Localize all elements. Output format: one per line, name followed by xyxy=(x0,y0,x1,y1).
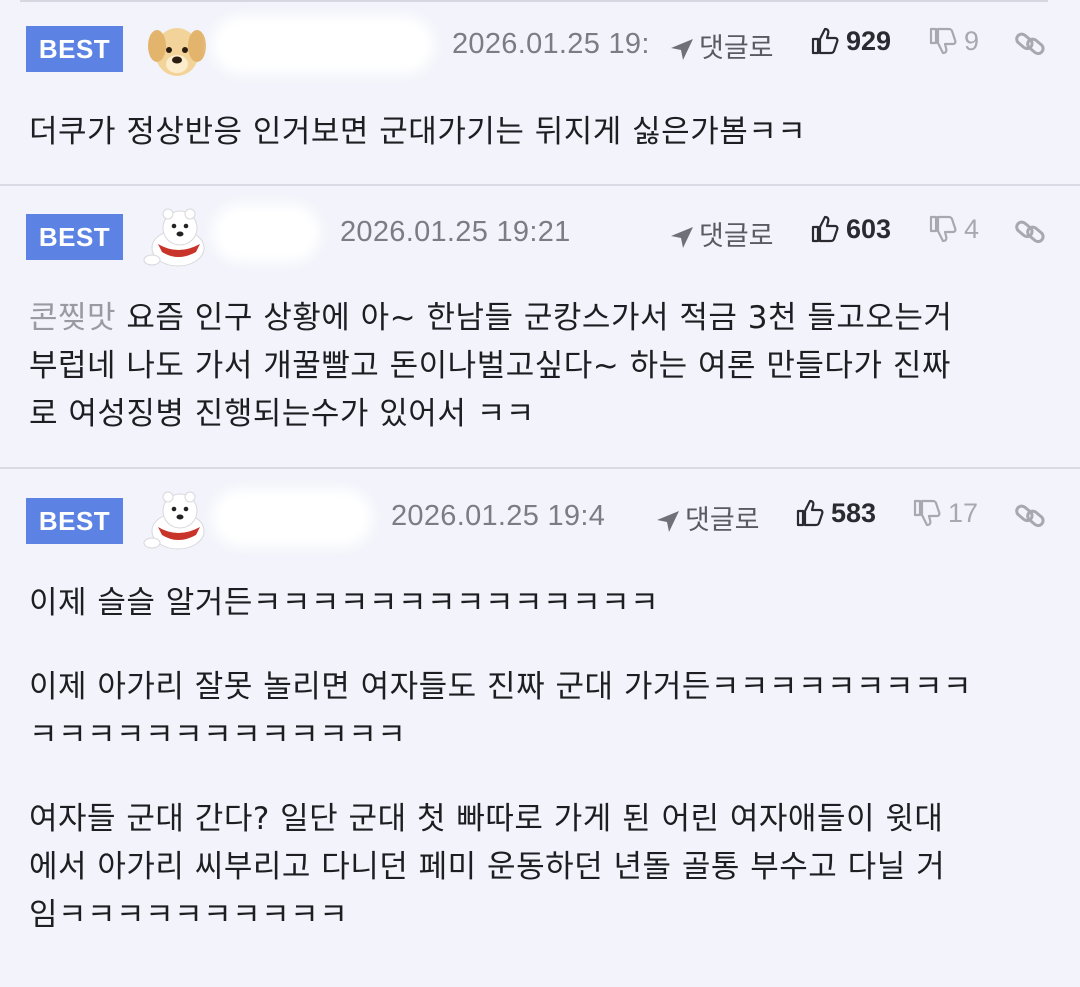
link-icon[interactable] xyxy=(1013,498,1047,532)
thumbs-up-icon xyxy=(811,215,839,243)
comment-text: 요즘 인구 상황에 아~ 한남들 군캉스가서 적금 3천 들고오는거 xyxy=(116,300,953,336)
like-count: 583 xyxy=(831,498,877,528)
reply-label: 댓글로 xyxy=(699,33,774,64)
comment-item: BEST 2026.01.25 19:4 댓글로 583 17 이제 슬슬 알거… xyxy=(0,469,1080,987)
comment-text-line: 로 여성징병 진행되는수가 있어서 ㅋㅋ xyxy=(29,396,535,432)
comment-header: BEST 2026.01.25 19:4 댓글로 583 17 xyxy=(0,469,1080,569)
link-icon[interactable] xyxy=(1013,26,1047,60)
thumbs-up-icon xyxy=(796,499,824,527)
polar-bear-avatar-icon[interactable] xyxy=(142,487,212,553)
like-count: 929 xyxy=(846,26,892,56)
like-button[interactable]: 583 xyxy=(795,498,876,529)
nickname-redacted xyxy=(212,489,372,547)
polar-bear-avatar-icon[interactable] xyxy=(142,204,212,270)
reply-label: 댓글로 xyxy=(685,505,760,536)
like-count: 603 xyxy=(846,214,892,244)
dislike-button[interactable]: 4 xyxy=(928,214,979,245)
reply-button[interactable]: 댓글로 xyxy=(655,498,760,537)
thumbs-down-icon xyxy=(929,27,957,55)
comment-date: 2026.01.25 19:21 xyxy=(452,28,648,60)
comment-text-line: 여자들 군대 간다? 일단 군대 첫 빠따로 가게 된 어린 여자애들이 윗대 xyxy=(29,801,944,837)
thumbs-down-icon xyxy=(929,215,957,243)
reply-arrow-icon xyxy=(671,39,693,60)
reply-button[interactable]: 댓글로 xyxy=(669,214,774,253)
reply-label: 댓글로 xyxy=(699,221,774,252)
dislike-button[interactable]: 9 xyxy=(928,26,979,57)
dislike-count: 9 xyxy=(964,26,980,56)
comment-item: BEST 2026.01.25 19:21 댓글로 603 4 콘찢맛 요즘 인… xyxy=(0,186,1080,469)
reply-button[interactable]: 댓글로 xyxy=(669,26,774,65)
best-badge: BEST xyxy=(26,214,123,260)
comment-body: 이제 슬슬 알거든ㅋㅋㅋㅋㅋㅋㅋㅋㅋㅋㅋㅋㅋㅋ 이제 아가리 잘못 놀리면 여자… xyxy=(29,579,1059,939)
comment-text-line: 더쿠가 정상반응 인거보면 군대가기는 뒤지게 싫은가봄ㅋㅋ xyxy=(29,114,807,150)
comment-item: BEST 2026.01.25 19:21 댓글로 929 9 더쿠가 정상반응… xyxy=(0,2,1080,186)
comment-text-line: 콘찢맛 요즘 인구 상황에 아~ 한남들 군캉스가서 적금 3천 들고오는거 xyxy=(29,294,1059,342)
comment-header: BEST 2026.01.25 19:21 댓글로 929 9 xyxy=(0,2,1080,102)
comment-body: 더쿠가 정상반응 인거보면 군대가기는 뒤지게 싫은가봄ㅋㅋ xyxy=(29,108,1059,156)
thumbs-down-icon xyxy=(913,499,941,527)
nickname-redacted xyxy=(212,16,434,74)
best-badge: BEST xyxy=(26,26,123,72)
comment-text-line: 이제 아가리 잘못 놀리면 여자들도 진짜 군대 가거든ㅋㅋㅋㅋㅋㅋㅋㅋㅋ xyxy=(29,669,973,705)
reply-arrow-icon xyxy=(657,511,679,532)
dislike-button[interactable]: 17 xyxy=(912,498,978,529)
comment-date: 2026.01.25 19:21 xyxy=(340,216,571,248)
comment-header: BEST 2026.01.25 19:21 댓글로 603 4 xyxy=(0,186,1080,286)
dislike-count: 17 xyxy=(948,498,979,528)
thumbs-up-icon xyxy=(811,27,839,55)
best-badge: BEST xyxy=(26,498,123,544)
comment-text-line: 에서 아가리 씨부리고 다니던 페미 운동하던 년돌 골통 부수고 다닐 거 xyxy=(29,849,946,885)
like-button[interactable]: 603 xyxy=(810,214,891,245)
dislike-count: 4 xyxy=(964,214,980,244)
comment-date: 2026.01.25 19:4 xyxy=(391,500,606,532)
link-icon[interactable] xyxy=(1013,214,1047,248)
comment-text-line: 임ㅋㅋㅋㅋㅋㅋㅋㅋㅋㅋ xyxy=(29,897,349,933)
category-tag[interactable]: 콘찢맛 xyxy=(29,300,116,336)
like-button[interactable]: 929 xyxy=(810,26,891,57)
comment-body: 콘찢맛 요즘 인구 상황에 아~ 한남들 군캉스가서 적금 3천 들고오는거 부… xyxy=(29,294,1059,438)
reply-arrow-icon xyxy=(671,227,693,248)
puppy-avatar-icon[interactable] xyxy=(142,14,212,80)
comment-text-line: 부럽네 나도 가서 개꿀빨고 돈이나벌고싶다~ 하는 여론 만들다가 진짜 xyxy=(29,348,951,384)
comment-text-line: 이제 슬슬 알거든ㅋㅋㅋㅋㅋㅋㅋㅋㅋㅋㅋㅋㅋㅋ xyxy=(29,585,660,621)
nickname-redacted xyxy=(212,204,320,262)
comment-text-line: ㅋㅋㅋㅋㅋㅋㅋㅋㅋㅋㅋㅋㅋ xyxy=(29,717,407,753)
